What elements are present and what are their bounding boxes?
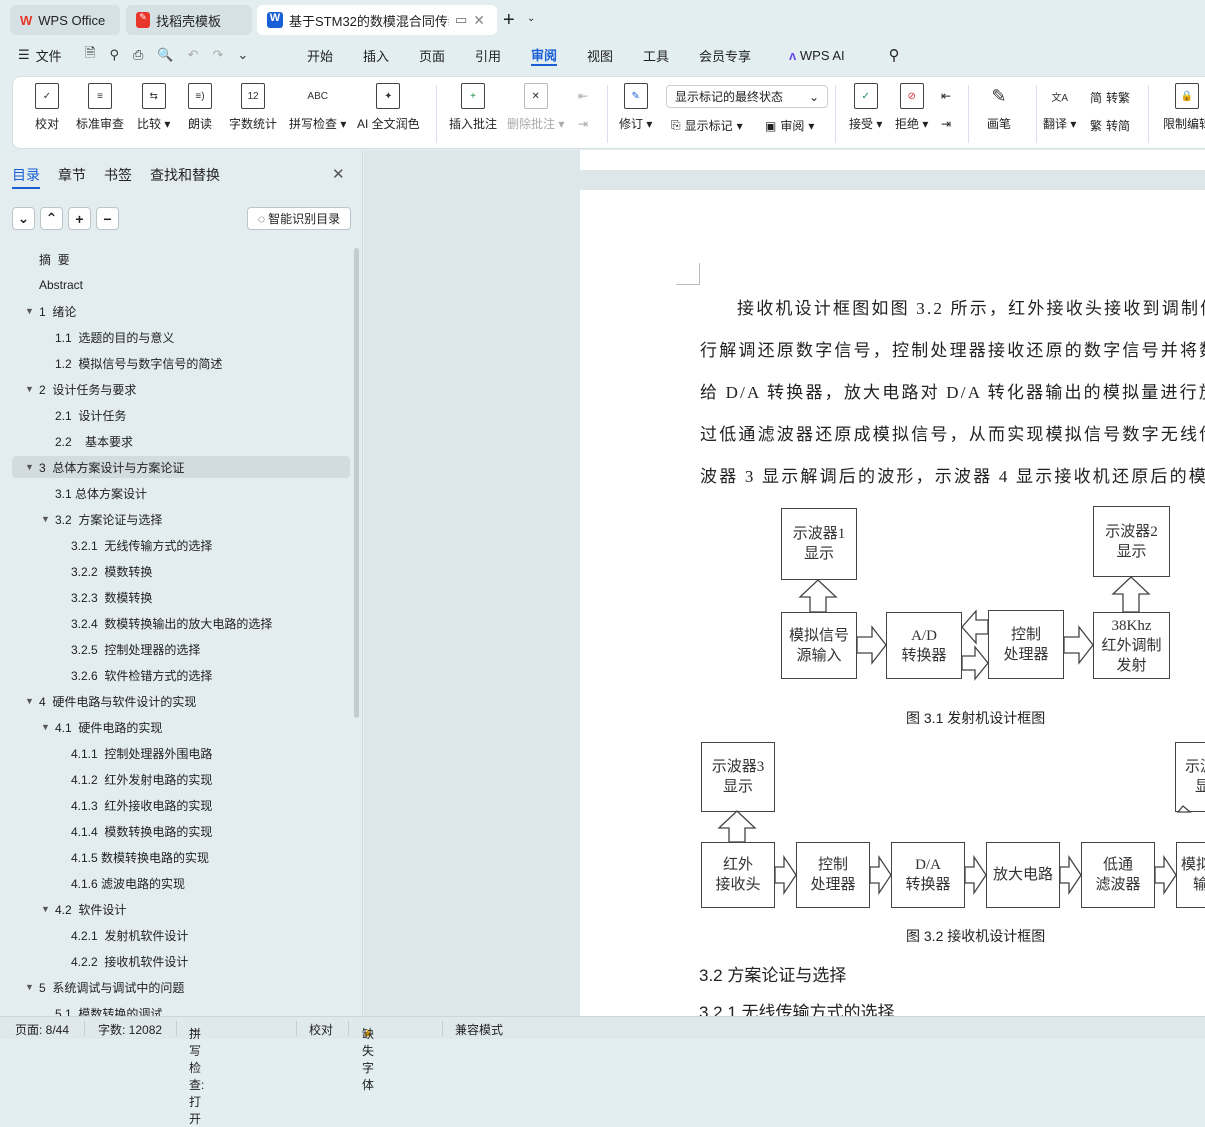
arrow-right xyxy=(964,854,987,896)
section-heading: 3.2 方案论证与选择 xyxy=(699,966,847,985)
status-bar: 页面: 8/44 字数: 12082 拼写检查: 打开 ⌄ 校对 ▲ 缺失字体 … xyxy=(0,1016,1205,1126)
arrow-up xyxy=(798,579,838,613)
arrow-up xyxy=(717,810,757,843)
divider xyxy=(348,1021,349,1036)
divider xyxy=(442,1021,443,1036)
diagram-arrows xyxy=(717,576,1192,896)
word-count[interactable]: 字数: 12082 xyxy=(98,1021,162,1038)
arrow-left xyxy=(961,609,989,645)
arrow-right xyxy=(856,625,887,665)
compat-mode: 兼容模式 xyxy=(455,1023,504,1037)
arrow-up xyxy=(1111,576,1151,613)
arrow-right xyxy=(1154,854,1177,896)
divider xyxy=(296,1021,297,1036)
spell-check-status[interactable]: 拼写检查: 打开 ⌄ xyxy=(189,1021,204,1126)
arrow-right xyxy=(774,854,797,896)
arrow-right xyxy=(961,645,989,681)
divider xyxy=(84,1021,85,1036)
divider xyxy=(176,1021,177,1036)
page-indicator[interactable]: 页面: 8/44 xyxy=(15,1021,69,1038)
arrow-right xyxy=(1059,854,1082,896)
subsection-heading: 3.2.1 无线传输方式的选择 xyxy=(699,1003,895,1016)
proofread-status[interactable]: 校对 xyxy=(309,1021,333,1038)
arrow-right xyxy=(869,854,892,896)
arrow-up xyxy=(1176,805,1192,813)
arrow-right xyxy=(1063,625,1094,665)
